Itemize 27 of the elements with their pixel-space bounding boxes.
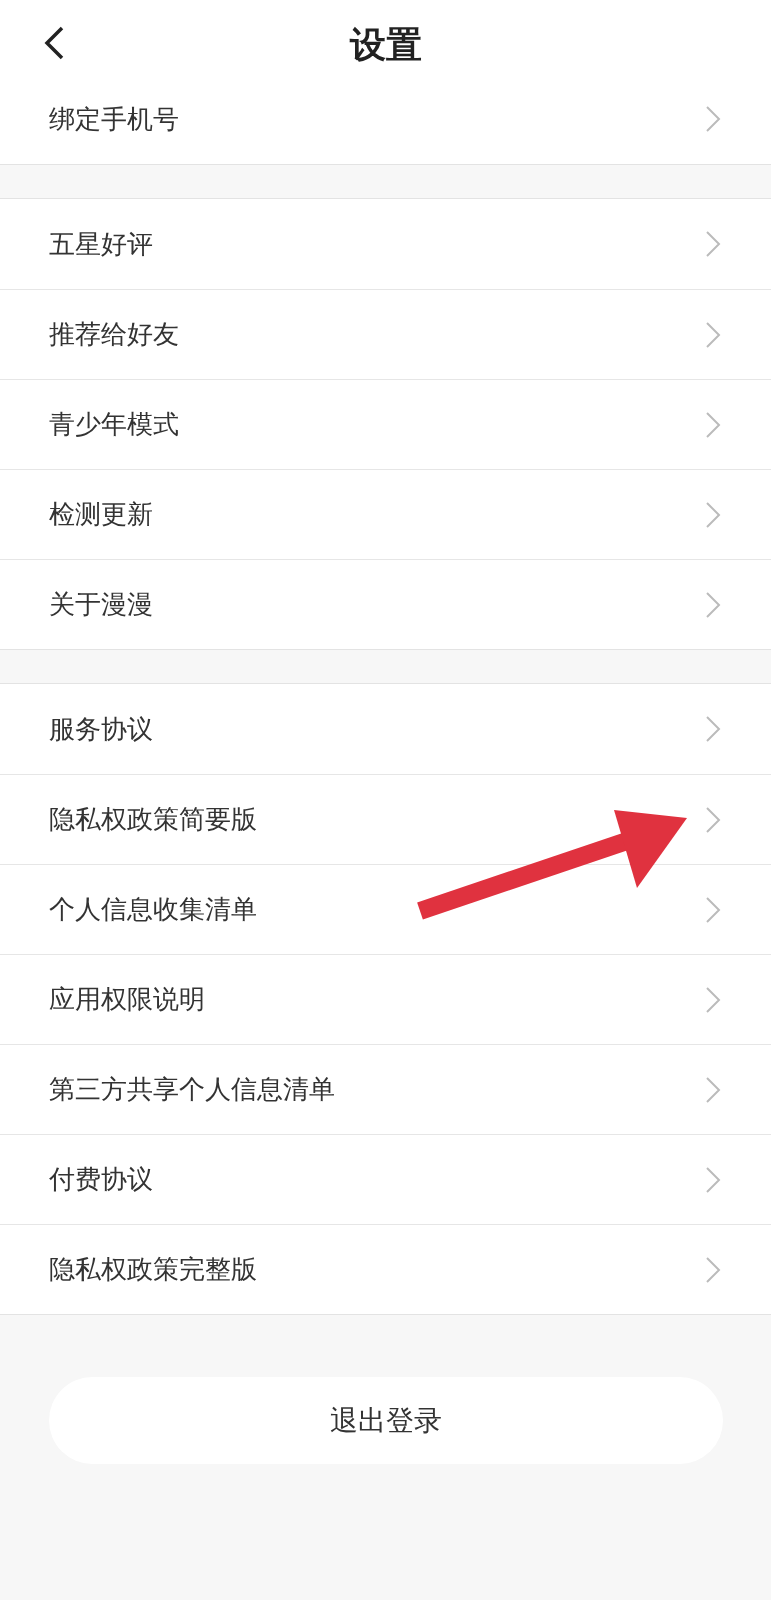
settings-row[interactable]: 第三方共享个人信息清单 [0,1044,771,1134]
chevron-right-icon [705,1165,721,1194]
chevron-right-icon [705,1075,721,1104]
settings-row[interactable]: 五星好评 [0,199,771,289]
chevron-right-icon [705,230,721,258]
settings-row[interactable]: 青少年模式 [0,379,771,469]
chevron-right-icon [705,715,721,743]
chevron-right-icon [705,590,721,619]
settings-row[interactable]: 隐私权政策完整版 [0,1224,771,1314]
settings-row[interactable]: 付费协议 [0,1134,771,1224]
back-icon[interactable] [42,26,66,60]
settings-row[interactable]: 关于漫漫 [0,559,771,649]
chevron-right-icon [705,105,721,133]
chevron-right-icon [705,805,721,834]
settings-row[interactable]: 绑定手机号 [0,74,771,164]
page-title: 设置 [349,22,422,67]
chevron-right-icon [705,1255,721,1284]
settings-row[interactable]: 检测更新 [0,469,771,559]
logout-button[interactable]: 退出登录 [48,1377,723,1464]
settings-row[interactable]: 应用权限说明 [0,954,771,1044]
chevron-right-icon [705,410,721,439]
chevron-right-icon [705,895,721,924]
chevron-right-icon [705,320,721,349]
chevron-right-icon [705,985,721,1014]
settings-row[interactable]: 推荐给好友 [0,289,771,379]
settings-row[interactable]: 服务协议 [0,684,771,774]
chevron-right-icon [705,500,721,529]
